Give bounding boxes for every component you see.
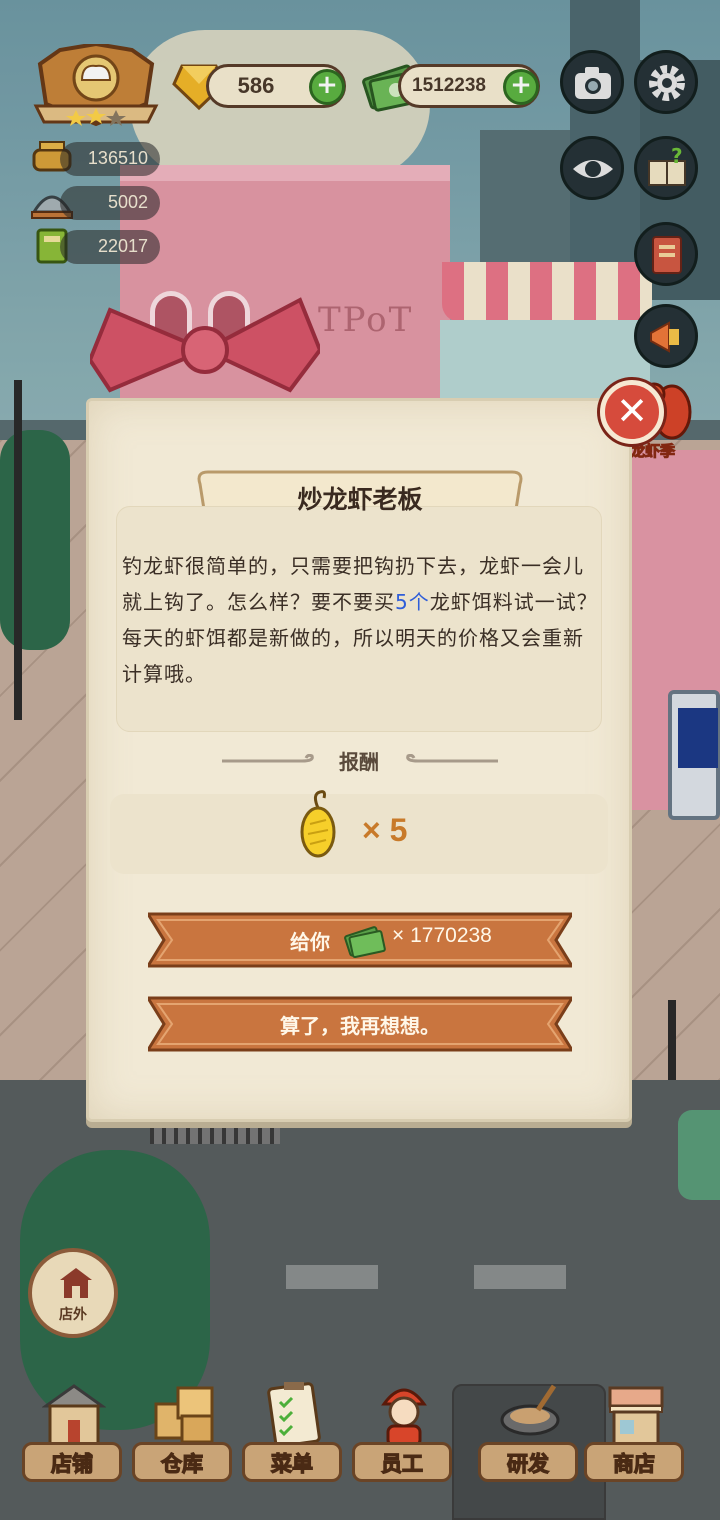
nav-research[interactable]: 研发 — [472, 1380, 584, 1490]
nav-menu[interactable]: 菜单 — [236, 1380, 348, 1490]
cash-icon — [344, 926, 386, 959]
close-dialog-button[interactable]: ✕ — [600, 380, 664, 444]
nav-staff[interactable]: 员工 — [346, 1380, 458, 1490]
reward-box — [110, 794, 608, 874]
store-icon — [608, 1386, 664, 1446]
storefront-icon — [60, 1268, 92, 1298]
staff-icon — [381, 1388, 427, 1448]
nav-warehouse[interactable]: 仓库 — [126, 1380, 238, 1490]
nav-menu-label: 菜单 — [270, 1451, 313, 1476]
close-icon: ✕ — [616, 389, 648, 433]
message-highlight-quantity: 5个 — [395, 590, 430, 614]
flourish-right-icon — [406, 754, 498, 763]
nav-shop[interactable]: 店铺 — [16, 1380, 128, 1490]
dialog-message: 钓龙虾很简单的，只需要把钩扔下去，龙虾一会儿就上钩了。怎么样？要不要买5个龙虾饵… — [122, 548, 598, 692]
decline-label: 算了，我再想想。 — [280, 1014, 440, 1038]
nav-shop-label: 店铺 — [50, 1451, 93, 1476]
menu-clipboard-icon — [267, 1382, 321, 1448]
reward-quantity: × 5 — [362, 812, 408, 848]
bait-icon — [300, 790, 336, 858]
nav-staff-label: 员工 — [380, 1451, 423, 1476]
buy-bait-button[interactable]: 给你 × 1770238 — [148, 910, 572, 970]
nav-research-label: 研发 — [506, 1451, 549, 1476]
nav-store-label: 商店 — [612, 1451, 655, 1476]
nav-warehouse-label: 仓库 — [160, 1451, 203, 1476]
dialog-title: 炒龙虾老板 — [297, 485, 423, 514]
buy-price: × 1770238 — [392, 924, 492, 947]
nav-store[interactable]: 商店 — [578, 1380, 690, 1490]
outside-view-label: 店外 — [59, 1307, 87, 1323]
decline-button[interactable]: 算了，我再想想。 — [148, 994, 572, 1054]
research-wok-icon — [500, 1384, 560, 1436]
message-part-2: 龙虾饵料试一试？ — [429, 590, 598, 614]
shop-icon — [42, 1384, 106, 1446]
outside-view-button[interactable]: 店外 — [28, 1248, 118, 1338]
reward-heading: 报酬 — [339, 750, 379, 774]
warehouse-icon — [154, 1386, 214, 1444]
message-part-3: 每天的虾饵都是新做的，所以明天的价格又会重新计算哦。 — [122, 626, 584, 686]
buy-label: 给你 — [290, 930, 330, 954]
